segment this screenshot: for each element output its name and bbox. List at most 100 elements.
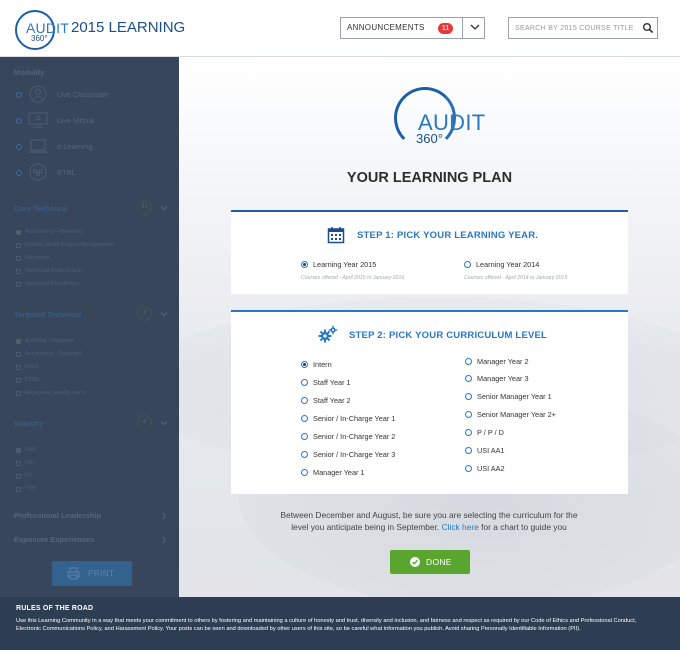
- professional-leadership-section[interactable]: Professional Leadership: [0, 508, 179, 524]
- filter-label: TMT: [25, 486, 37, 492]
- learning-plan-panel: AUDIT 360° YOUR LEARNING PLAN STEP 1: PI…: [179, 57, 680, 597]
- industry-heading[interactable]: Industry: [14, 419, 44, 428]
- filter-checkbox[interactable]: [16, 282, 21, 287]
- chart-guide-link[interactable]: Click here: [442, 522, 479, 532]
- filter-label: Auditing - Targeted: [25, 338, 74, 344]
- industry-item[interactable]: FSI: [0, 458, 179, 470]
- filter-checkbox[interactable]: [16, 378, 21, 383]
- modality-radio[interactable]: [16, 118, 22, 124]
- guide-line-2: level you anticipate being in September.…: [239, 521, 619, 533]
- guide-line-2-prefix: level you anticipate being in September.: [291, 522, 440, 532]
- option-label: Senior Manager Year 1: [477, 392, 552, 401]
- step2-card: STEP 2: PICK YOUR CURRICULUM LEVEL Inter…: [231, 310, 628, 494]
- targeted-technical-count: 3: [137, 306, 152, 321]
- option-label: USI AA1: [477, 446, 505, 455]
- app-title: 2015 LEARNING: [71, 19, 186, 36]
- check-circle-icon: [410, 557, 420, 567]
- announcements-label: ANNOUNCEMENTS: [347, 23, 425, 32]
- footer-title: RULES OF THE ROAD: [16, 605, 94, 612]
- radio-button[interactable]: [465, 375, 472, 382]
- step1-title: STEP 1: PICK YOUR LEARNING YEAR.: [357, 230, 539, 241]
- option-label: Learning Year 2015: [313, 260, 377, 269]
- core-technical-item[interactable]: Accounting - Monetary: [0, 227, 179, 239]
- course-search: [508, 17, 658, 39]
- option-label: Staff Year 1: [313, 378, 351, 387]
- filter-checkbox[interactable]: [16, 474, 21, 479]
- radio-button[interactable]: [301, 469, 308, 476]
- filter-checkbox[interactable]: [16, 256, 21, 261]
- page-title: YOUR LEARNING PLAN: [346, 170, 513, 186]
- search-icon[interactable]: [642, 22, 654, 34]
- radio-button[interactable]: [465, 411, 472, 418]
- modality-e-learning[interactable]: e Learning: [0, 136, 179, 158]
- printer-icon: [67, 567, 80, 580]
- filter-sidebar: Modality Live Classroom Live Virtual e L…: [0, 57, 179, 597]
- search-input[interactable]: [515, 23, 635, 34]
- filter-label: IFRS: [25, 364, 39, 370]
- chevron-down-icon[interactable]: [469, 21, 481, 33]
- radio-button[interactable]: [301, 451, 308, 458]
- filter-checkbox[interactable]: [16, 352, 21, 357]
- radio-button[interactable]: [465, 358, 472, 365]
- industry-item[interactable]: FAR: [0, 445, 179, 457]
- modality-radio[interactable]: [16, 170, 22, 176]
- radio-button[interactable]: [301, 261, 308, 268]
- radio-button[interactable]: [465, 429, 472, 436]
- filter-checkbox[interactable]: [16, 365, 21, 370]
- chevron-down-icon[interactable]: [160, 310, 168, 318]
- modality-live-virtual[interactable]: Live Virtual: [0, 110, 179, 132]
- done-button[interactable]: DONE: [390, 550, 470, 574]
- filter-checkbox[interactable]: [16, 448, 21, 453]
- radio-button[interactable]: [301, 379, 308, 386]
- targeted-technical-item[interactable]: ETBL: [0, 375, 179, 387]
- done-label: DONE: [426, 557, 452, 567]
- core-technical-count: 31: [137, 200, 152, 215]
- industry-item[interactable]: TMT: [0, 484, 179, 496]
- core-technical-item[interactable]: Technical Excellence: [0, 279, 179, 291]
- targeted-technical-item[interactable]: Employee benefit plans: [0, 388, 179, 400]
- industry-item[interactable]: PS: [0, 471, 179, 483]
- radio-button[interactable]: [301, 415, 308, 422]
- filter-checkbox[interactable]: [16, 487, 21, 492]
- person-icon: [29, 85, 47, 103]
- targeted-technical-item[interactable]: Auditing - Targeted: [0, 336, 179, 348]
- modality-live-classroom[interactable]: Live Classroom: [0, 84, 179, 106]
- chevron-down-icon[interactable]: [160, 419, 168, 427]
- core-technical-heading[interactable]: Core Technical: [14, 204, 67, 213]
- filter-checkbox[interactable]: [16, 461, 21, 466]
- filter-checkbox[interactable]: [16, 269, 21, 274]
- core-technical-item[interactable]: Milestone: [0, 253, 179, 265]
- core-technical-item[interactable]: Deloitte Audit Project Management: [0, 240, 179, 252]
- radio-button[interactable]: [465, 465, 472, 472]
- option-label: Senior / In-Charge Year 3: [313, 450, 396, 459]
- targeted-technical-item[interactable]: IFRS: [0, 362, 179, 374]
- core-technical-item[interactable]: Technical Audit Quality: [0, 266, 179, 278]
- filter-checkbox[interactable]: [16, 243, 21, 248]
- print-button[interactable]: PRINT: [52, 561, 132, 586]
- modality-radio[interactable]: [16, 92, 22, 98]
- option-label: Senior / In-Charge Year 1: [313, 414, 396, 423]
- filter-checkbox[interactable]: [16, 230, 21, 235]
- option-label: Manager Year 2: [477, 357, 529, 366]
- radio-button[interactable]: [465, 393, 472, 400]
- exposure-experiences-section[interactable]: Exposure Experiences: [0, 532, 179, 548]
- announcements-dropdown[interactable]: ANNOUNCEMENTS 11: [340, 17, 485, 39]
- targeted-technical-heading[interactable]: Targeted Technical: [14, 310, 81, 319]
- radio-button[interactable]: [301, 433, 308, 440]
- filter-checkbox[interactable]: [16, 339, 21, 344]
- modality-etbl[interactable]: ETBL: [0, 162, 179, 184]
- step2-title: STEP 2: PICK YOUR CURRICULUM LEVEL: [349, 330, 548, 341]
- chevron-down-icon[interactable]: [160, 204, 168, 212]
- targeted-technical-item[interactable]: Accounting - Targeted: [0, 349, 179, 361]
- filter-label: Technical Excellence: [25, 281, 79, 287]
- radio-button[interactable]: [464, 261, 471, 268]
- option-subtext: Courses offered - April 2014 to January …: [464, 275, 568, 281]
- curriculum-guide-text: Between December and August, be sure you…: [239, 509, 619, 533]
- radio-button[interactable]: [301, 361, 308, 368]
- modality-radio[interactable]: [16, 144, 22, 150]
- radio-button[interactable]: [465, 447, 472, 454]
- option-label: USI AA2: [477, 464, 505, 473]
- option-label: P / P / D: [477, 428, 504, 437]
- radio-button[interactable]: [301, 397, 308, 404]
- filter-checkbox[interactable]: [16, 391, 21, 396]
